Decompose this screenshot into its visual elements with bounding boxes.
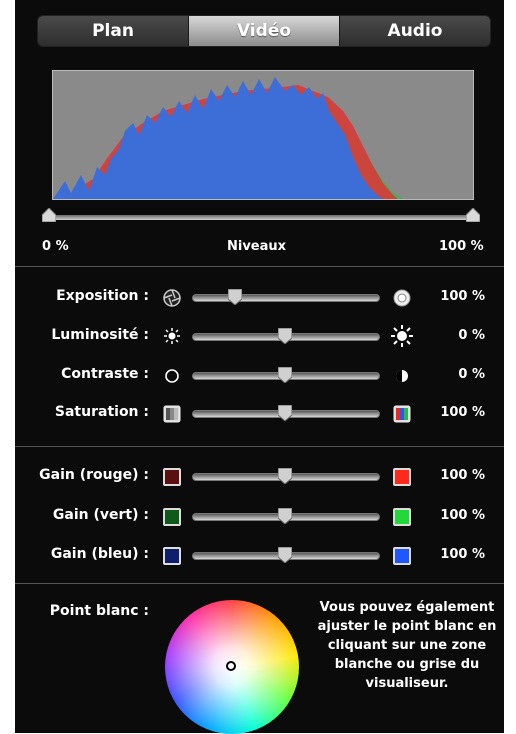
gain-blue-high-swatch	[393, 547, 411, 565]
white-point-label: Point blanc :	[49, 603, 149, 619]
aperture-icon	[163, 289, 181, 307]
video-settings-panel: Plan Vidéo Audio 0 % Niveaux 100 % Expos…	[15, 0, 504, 734]
exposure-slider[interactable]	[192, 294, 380, 302]
exposure-slider-thumb[interactable]	[228, 289, 242, 305]
tab-bar: Plan Vidéo Audio	[37, 15, 491, 47]
contrast-value: 0 %	[458, 367, 485, 382]
exposure-value: 100 %	[440, 289, 485, 304]
white-point-help-text: Vous pouvez également ajuster le point b…	[317, 600, 497, 691]
sun-large-icon	[391, 325, 413, 347]
histogram-graph	[53, 71, 473, 199]
white-point-marker[interactable]	[226, 661, 236, 671]
gain-red-low-swatch	[163, 468, 181, 486]
brightness-value: 0 %	[458, 328, 485, 343]
gain-green-slider-thumb[interactable]	[278, 508, 292, 524]
tab-video[interactable]: Vidéo	[189, 16, 340, 46]
histogram	[52, 70, 474, 200]
gain-green-value: 100 %	[440, 508, 485, 523]
white-point-color-wheel[interactable]	[165, 600, 299, 734]
tab-audio[interactable]: Audio	[340, 16, 490, 46]
gain-blue-low-swatch	[163, 547, 181, 565]
aperture-open-icon	[393, 289, 411, 307]
brightness-slider-thumb[interactable]	[278, 328, 292, 344]
contrast-low-icon	[165, 369, 179, 383]
sun-small-icon	[164, 328, 180, 344]
gain-red-high-swatch	[393, 468, 411, 486]
divider	[15, 266, 504, 267]
levels-title: Niveaux	[227, 239, 287, 254]
levels-max-handle[interactable]	[466, 208, 480, 222]
gain-blue-value: 100 %	[440, 547, 485, 562]
tab-plan[interactable]: Plan	[38, 16, 189, 46]
gain-blue-label: Gain (bleu) :	[50, 546, 149, 562]
exposure-label: Exposition :	[56, 288, 149, 304]
gain-green-label: Gain (vert) :	[52, 507, 149, 523]
saturation-slider-thumb[interactable]	[278, 405, 292, 421]
contrast-high-icon	[396, 370, 408, 382]
saturation-value: 100 %	[440, 405, 485, 420]
desaturated-icon	[163, 405, 181, 423]
divider	[15, 446, 504, 447]
contrast-label: Contraste :	[61, 366, 149, 382]
levels-min-handle[interactable]	[42, 208, 56, 222]
contrast-slider-thumb[interactable]	[278, 367, 292, 383]
gain-red-label: Gain (rouge) :	[39, 467, 149, 483]
saturated-icon	[393, 405, 411, 423]
gain-green-low-swatch	[163, 508, 181, 526]
saturation-label: Saturation :	[54, 404, 149, 420]
gain-red-value: 100 %	[440, 468, 485, 483]
levels-track[interactable]	[48, 215, 476, 220]
levels-min-label: 0 %	[42, 239, 69, 254]
gain-green-high-swatch	[393, 508, 411, 526]
gain-blue-slider-thumb[interactable]	[278, 547, 292, 563]
levels-max-label: 100 %	[439, 239, 484, 254]
gain-red-slider-thumb[interactable]	[278, 468, 292, 484]
divider	[15, 583, 504, 584]
brightness-label: Luminosité :	[51, 327, 149, 343]
